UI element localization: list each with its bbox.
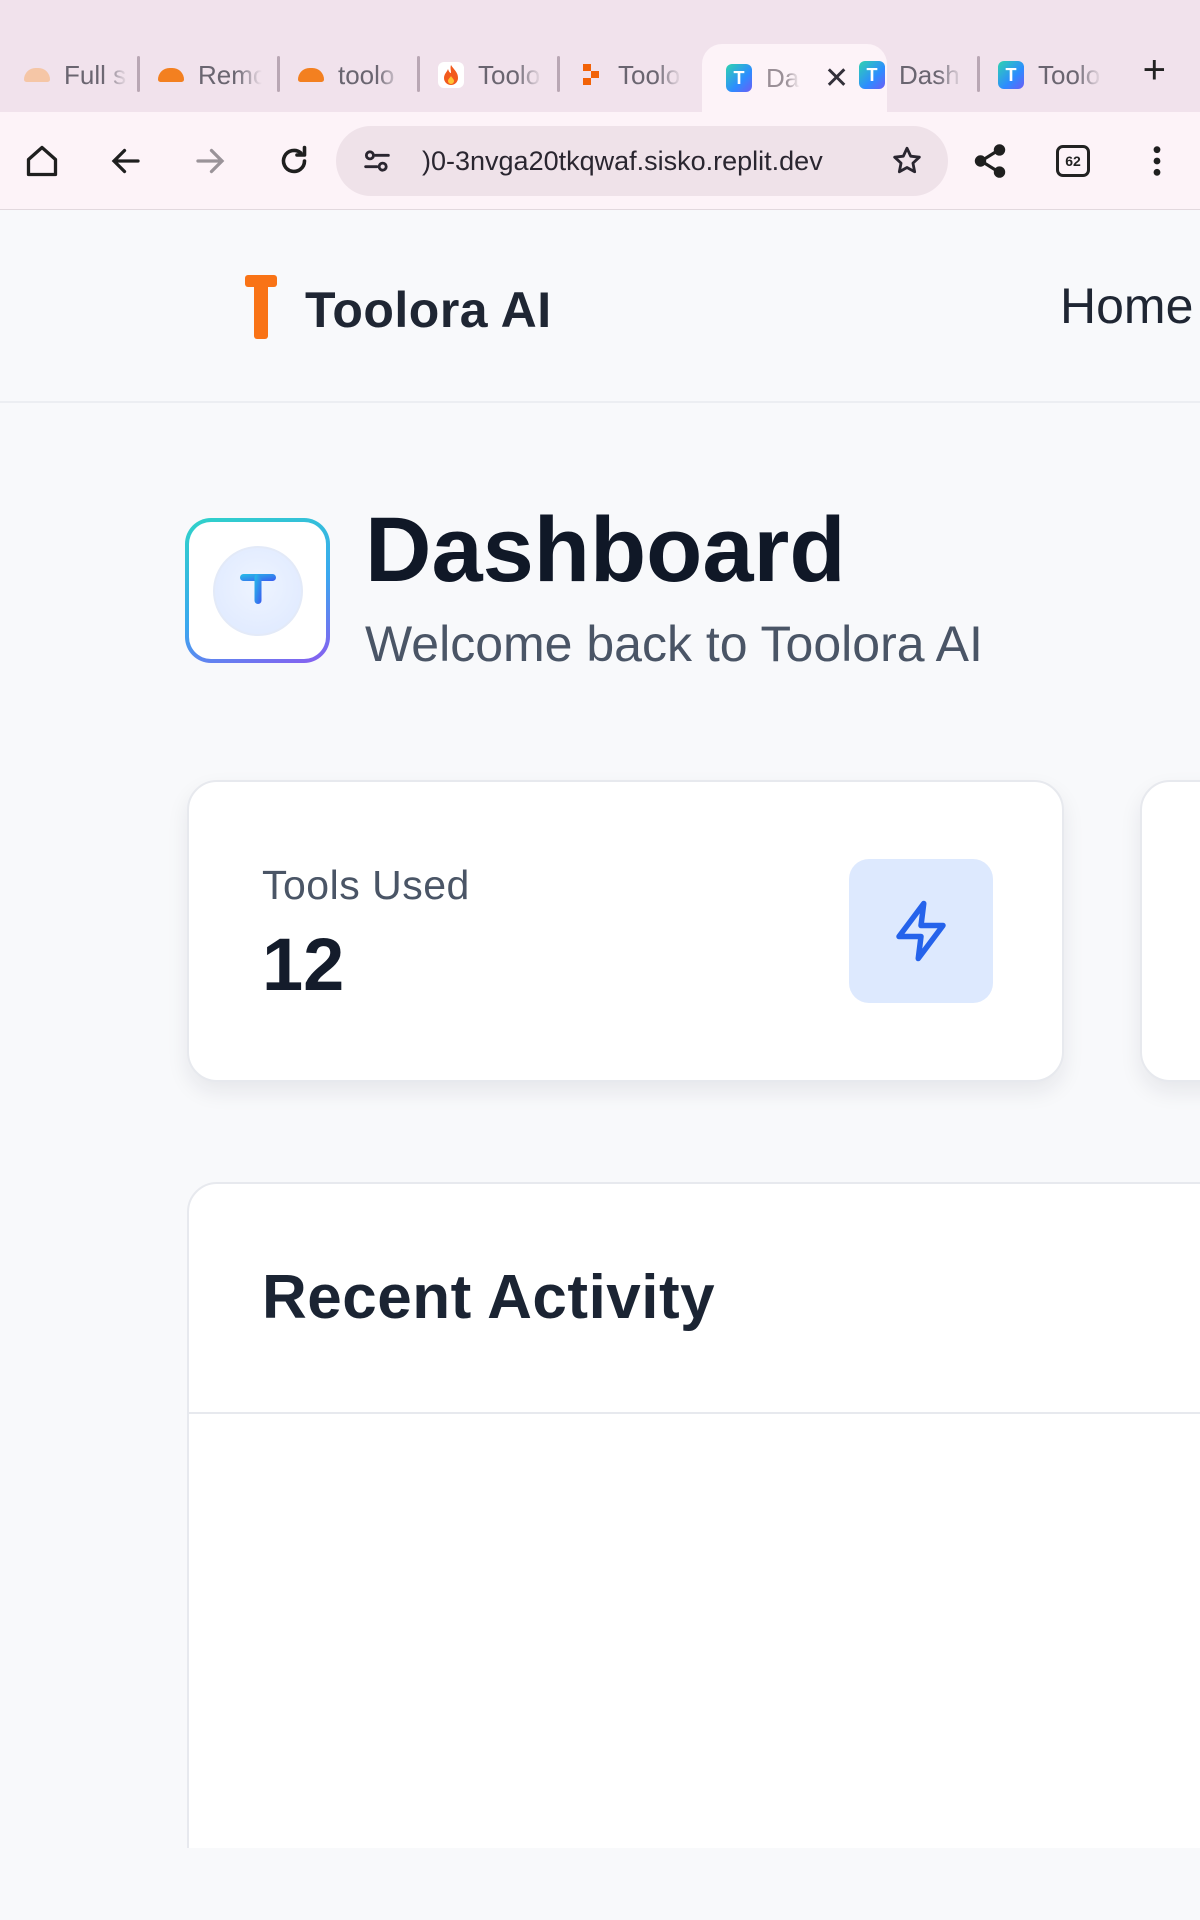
browser-tab[interactable]: Remo [134, 46, 262, 104]
url-text: )0-3nvga20tkqwaf.sisko.replit.dev [422, 145, 823, 176]
tab-title: Remo [198, 59, 262, 90]
tab-title: Toolo [618, 59, 681, 90]
forward-arrow-icon[interactable] [185, 136, 235, 186]
site-header: Toolora AI Home [0, 211, 1200, 403]
divider [189, 1412, 1200, 1414]
browser-tab-strip: Full s Remo toolo Toolo Toolo T Da ✕ T D… [0, 0, 1200, 112]
share-icon[interactable] [965, 136, 1015, 186]
flame-icon [438, 62, 464, 88]
browser-tab[interactable]: Full s [0, 46, 128, 104]
tab-title: toolo [338, 59, 395, 90]
cloudflare-icon [158, 62, 184, 88]
toolora-logo-icon [243, 273, 279, 346]
cloudflare-icon [24, 62, 50, 88]
tab-title: Da [766, 62, 800, 93]
browser-tab[interactable]: T Dash [835, 46, 963, 104]
browser-toolbar: )0-3nvga20tkqwaf.sisko.replit.dev 62 [0, 112, 1200, 210]
nav-home-link[interactable]: Home [1060, 277, 1193, 335]
back-arrow-icon[interactable] [101, 136, 151, 186]
stat-card-partial [1140, 780, 1200, 1082]
dashboard-logo-icon [185, 518, 330, 663]
lightning-icon [896, 900, 946, 962]
tab-title: Toolo [478, 59, 541, 90]
tab-title: Dash [899, 59, 960, 90]
stat-value: 12 [262, 923, 345, 1006]
browser-tab[interactable]: toolo [274, 46, 402, 104]
toolora-icon: T [859, 61, 885, 89]
brand-name: Toolora AI [305, 281, 552, 338]
reload-icon[interactable] [269, 136, 319, 186]
toolora-icon: T [998, 61, 1024, 89]
tab-count: 62 [1056, 145, 1090, 177]
tab-title: Toolo [1038, 59, 1101, 90]
page-title: Dashboard [365, 499, 846, 601]
browser-tab[interactable]: T Toolo [974, 46, 1102, 104]
stat-icon-box [849, 859, 993, 1003]
tab-title: Full s [64, 59, 127, 90]
more-menu-icon[interactable] [1132, 136, 1182, 186]
site-settings-icon[interactable] [360, 144, 394, 183]
brand-logo-link[interactable]: Toolora AI [243, 273, 552, 346]
toolora-icon: T [726, 64, 752, 92]
recent-activity-card: Recent Activity [187, 1182, 1200, 1920]
stat-card-tools-used: Tools Used 12 [187, 780, 1064, 1082]
page-bottom-area [0, 1848, 1200, 1920]
bookmark-star-icon[interactable] [890, 144, 924, 183]
cloudflare-icon [298, 62, 324, 88]
recent-activity-title: Recent Activity [262, 1263, 716, 1332]
tab-switcher-button[interactable]: 62 [1048, 136, 1098, 186]
stat-label: Tools Used [262, 862, 470, 908]
browser-tab[interactable]: Toolo [414, 46, 542, 104]
page-subtitle: Welcome back to Toolora AI [365, 616, 983, 672]
home-icon[interactable] [17, 136, 67, 186]
new-tab-button[interactable]: + [1143, 50, 1166, 90]
replit-icon [578, 62, 604, 88]
address-bar[interactable]: )0-3nvga20tkqwaf.sisko.replit.dev [336, 126, 948, 196]
browser-tab[interactable]: Toolo [554, 46, 682, 104]
